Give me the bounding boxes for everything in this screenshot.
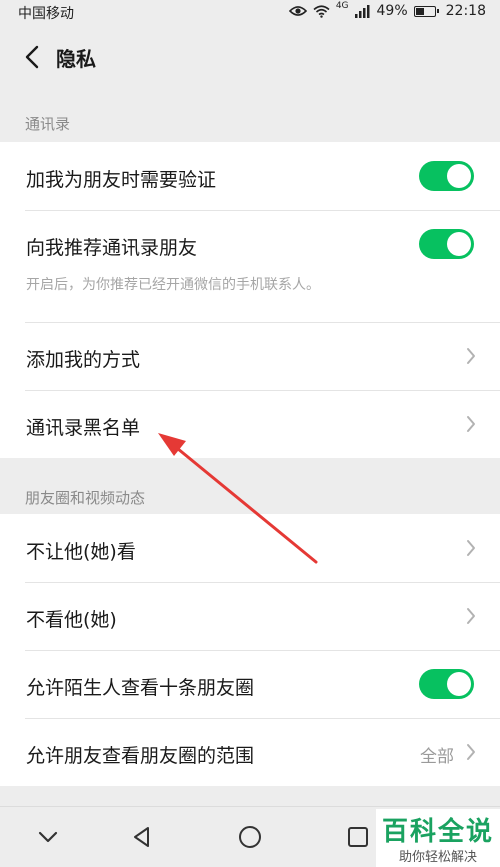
row-label: 允许朋友查看朋友圈的范围 [26, 745, 255, 767]
contacts-group: 加我为朋友时需要验证 向我推荐通讯录朋友 开启后，为你推荐已经开通微信的手机联系… [0, 142, 500, 458]
strangers-toggle[interactable] [419, 669, 474, 699]
carrier-name: 中国移动 [18, 6, 74, 22]
battery-percent: 49% [376, 3, 408, 19]
battery-level [415, 7, 424, 15]
row-recommend-contacts[interactable]: 向我推荐通讯录朋友 开启后，为你推荐已经开通微信的手机联系人。 [0, 210, 500, 322]
row-label: 不看他(她) [26, 609, 117, 631]
back-triangle-icon[interactable] [128, 823, 156, 851]
nav-bar: 隐私 [0, 26, 500, 88]
row-description: 开启后，为你推荐已经开通微信的手机联系人。 [26, 277, 320, 293]
section-header-contacts: 通讯录 [25, 115, 71, 133]
watermark-logo: 百科全说 助你轻松解决 [376, 809, 500, 867]
toggle-knob [447, 164, 471, 188]
back-arrow-icon[interactable] [22, 44, 46, 70]
chevron-right-icon [467, 540, 475, 556]
verify-toggle[interactable] [419, 161, 474, 191]
home-circle-icon[interactable] [236, 823, 264, 851]
row-add-me-methods[interactable]: 添加我的方式 [0, 322, 500, 390]
watermark-subtitle: 助你轻松解决 [398, 850, 477, 865]
row-friends-view-range[interactable]: 允许朋友查看朋友圈的范围 全部 [0, 718, 500, 786]
chevron-right-icon [467, 416, 475, 432]
row-label: 加我为朋友时需要验证 [26, 169, 217, 191]
chevron-right-icon [467, 744, 475, 760]
row-strangers-ten-posts[interactable]: 允许陌生人查看十条朋友圈 [0, 650, 500, 718]
toggle-knob [447, 232, 471, 256]
row-hide-my-posts[interactable]: 不让他(她)看 [0, 514, 500, 582]
signal-icon [354, 4, 370, 18]
row-label: 添加我的方式 [26, 349, 141, 371]
wifi-icon [313, 4, 330, 18]
clock: 22:18 [445, 3, 486, 19]
chevron-right-icon [467, 608, 475, 624]
chevron-down-icon[interactable] [34, 823, 62, 851]
row-label: 向我推荐通讯录朋友 [26, 237, 198, 259]
toggle-knob [447, 672, 471, 696]
recommend-toggle[interactable] [419, 229, 474, 259]
section-header-moments: 朋友圈和视频动态 [25, 489, 146, 507]
row-hide-their-posts[interactable]: 不看他(她) [0, 582, 500, 650]
moments-group: 不让他(她)看 不看他(她) 允许陌生人查看十条朋友圈 允许朋友查看朋友圈的范围… [0, 514, 500, 786]
recents-square-icon[interactable] [344, 823, 372, 851]
row-label: 允许陌生人查看十条朋友圈 [26, 677, 255, 699]
row-contacts-blacklist[interactable]: 通讯录黑名单 [0, 390, 500, 458]
eye-icon [288, 6, 307, 16]
battery-icon [413, 5, 439, 17]
status-icons: 4G 49% 22:18 [288, 1, 486, 19]
page-title: 隐私 [56, 47, 96, 71]
row-value: 全部 [420, 747, 454, 767]
row-label: 通讯录黑名单 [26, 417, 141, 439]
watermark-title: 百科全说 [381, 817, 494, 847]
row-verify-friend-requests[interactable]: 加我为朋友时需要验证 [0, 142, 500, 210]
network-type: 4G [335, 1, 349, 11]
chevron-right-icon [467, 348, 475, 364]
status-bar: 中国移动 4G 49% 22:18 [0, 0, 500, 26]
row-label: 不让他(她)看 [26, 541, 136, 563]
